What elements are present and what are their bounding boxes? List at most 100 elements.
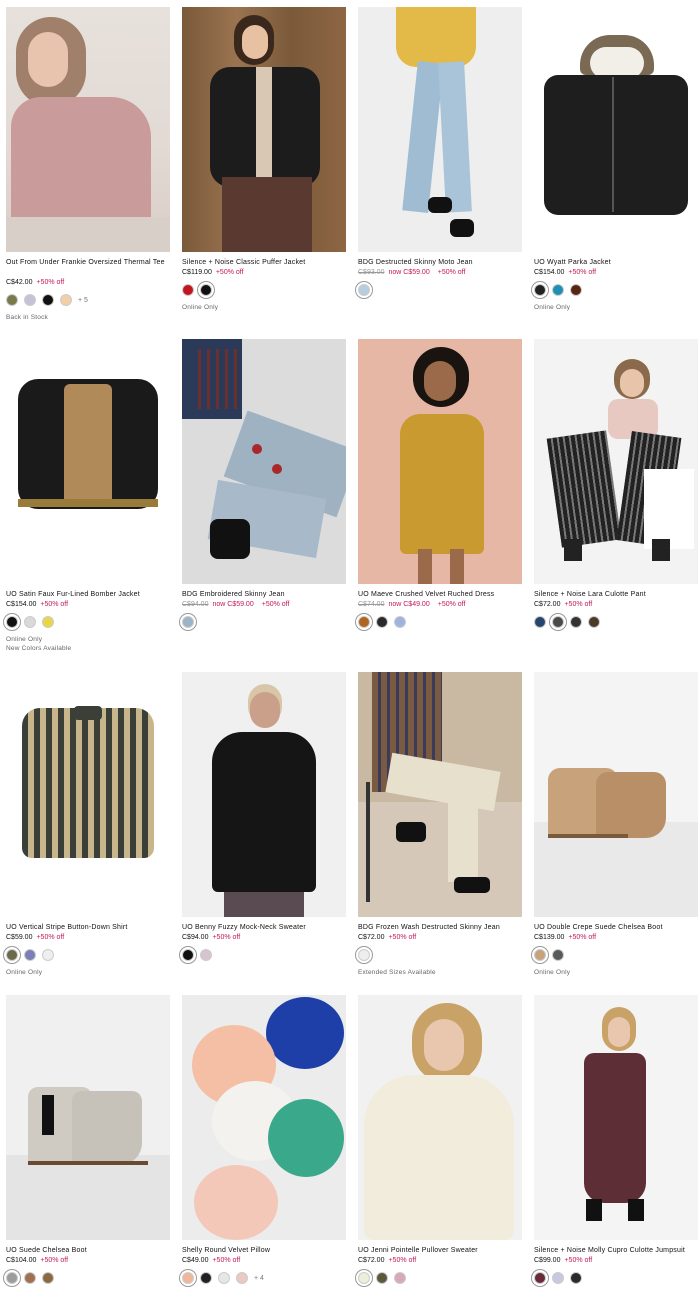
product-title[interactable]: Silence + Noise Classic Puffer Jacket: [182, 258, 346, 268]
color-swatch[interactable]: [6, 616, 18, 628]
product-card[interactable]: UO Double Crepe Suede Chelsea Boot C$139…: [534, 672, 698, 977]
color-swatch[interactable]: [24, 1272, 36, 1284]
color-swatch[interactable]: [200, 1272, 212, 1284]
product-title[interactable]: UO Vertical Stripe Button-Down Shirt: [6, 923, 170, 933]
color-swatch[interactable]: [60, 294, 72, 306]
product-image[interactable]: [182, 672, 346, 917]
color-swatch[interactable]: [182, 1272, 194, 1284]
color-swatch[interactable]: [182, 616, 194, 628]
product-title[interactable]: BDG Frozen Wash Destructed Skinny Jean: [358, 923, 522, 933]
more-colors-link[interactable]: + 5: [78, 297, 88, 304]
color-swatch[interactable]: [358, 949, 370, 961]
color-swatch[interactable]: [358, 284, 370, 296]
color-swatch[interactable]: [570, 616, 582, 628]
product-card[interactable]: Shelly Round Velvet Pillow C$49.00 +50% o…: [182, 995, 346, 1286]
color-swatch[interactable]: [552, 949, 564, 961]
product-image[interactable]: [182, 7, 346, 252]
color-swatch[interactable]: [552, 1272, 564, 1284]
color-swatch[interactable]: [376, 1272, 388, 1284]
color-swatch[interactable]: [182, 284, 194, 296]
color-swatch[interactable]: [182, 949, 194, 961]
product-image[interactable]: [534, 995, 698, 1240]
product-card[interactable]: UO Satin Faux Fur-Lined Bomber Jacket C$…: [6, 339, 170, 653]
product-card[interactable]: Silence + Noise Classic Puffer Jacket C$…: [182, 7, 346, 312]
product-card[interactable]: UO Wyatt Parka Jacket C$154.00 +50% off O…: [534, 7, 698, 312]
color-swatch[interactable]: [376, 616, 388, 628]
color-swatch[interactable]: [236, 1272, 248, 1284]
color-swatch[interactable]: [6, 294, 18, 306]
color-swatch[interactable]: [42, 294, 54, 306]
product-card[interactable]: BDG Frozen Wash Destructed Skinny Jean C…: [358, 672, 522, 977]
color-swatch[interactable]: [24, 616, 36, 628]
product-title[interactable]: Silence + Noise Molly Cupro Culotte Jump…: [534, 1246, 698, 1256]
more-colors-link[interactable]: + 4: [254, 1275, 264, 1282]
product-title[interactable]: UO Maeve Crushed Velvet Ruched Dress: [358, 590, 522, 600]
color-swatch[interactable]: [534, 616, 546, 628]
color-swatch[interactable]: [42, 616, 54, 628]
product-image[interactable]: [6, 7, 170, 252]
discount: +50% off: [388, 934, 417, 941]
discount: +50% off: [40, 1257, 69, 1264]
color-swatch[interactable]: [24, 294, 36, 306]
color-swatch[interactable]: [570, 284, 582, 296]
price: C$72.00: [358, 1257, 385, 1264]
product-image[interactable]: [6, 995, 170, 1240]
color-swatch[interactable]: [552, 616, 564, 628]
product-card[interactable]: BDG Destructed Skinny Moto Jean C$93.00 n…: [358, 7, 522, 298]
product-card[interactable]: Silence + Noise Lara Culotte Pant C$72.0…: [534, 339, 698, 630]
product-title[interactable]: UO Wyatt Parka Jacket: [534, 258, 698, 268]
color-swatch[interactable]: [588, 616, 600, 628]
product-image[interactable]: [534, 7, 698, 252]
product-card[interactable]: BDG Embroidered Skinny Jean C$94.00 now C…: [182, 339, 346, 630]
product-image[interactable]: [6, 339, 170, 584]
color-swatch[interactable]: [534, 1272, 546, 1284]
color-swatch[interactable]: [200, 949, 212, 961]
color-swatch[interactable]: [200, 284, 212, 296]
color-swatch[interactable]: [42, 1272, 54, 1284]
product-title[interactable]: UO Double Crepe Suede Chelsea Boot: [534, 923, 698, 933]
product-image[interactable]: [358, 339, 522, 584]
product-card[interactable]: Out From Under Frankie Oversized Thermal…: [6, 7, 170, 322]
color-swatch[interactable]: [6, 1272, 18, 1284]
price: C$42.00: [6, 279, 33, 286]
product-image[interactable]: [182, 339, 346, 584]
color-swatch[interactable]: [358, 616, 370, 628]
product-title[interactable]: UO Satin Faux Fur-Lined Bomber Jacket: [6, 590, 170, 600]
product-title[interactable]: BDG Embroidered Skinny Jean: [182, 590, 346, 600]
product-title[interactable]: Silence + Noise Lara Culotte Pant: [534, 590, 698, 600]
product-title[interactable]: UO Suede Chelsea Boot: [6, 1246, 170, 1256]
color-swatch[interactable]: [358, 1272, 370, 1284]
color-swatch[interactable]: [534, 949, 546, 961]
product-title[interactable]: UO Jenni Pointelle Pullover Sweater: [358, 1246, 522, 1256]
product-image[interactable]: [358, 672, 522, 917]
product-image[interactable]: [182, 995, 346, 1240]
product-image[interactable]: [534, 672, 698, 917]
color-swatch[interactable]: [42, 949, 54, 961]
product-card[interactable]: UO Benny Fuzzy Mock-Neck Sweater C$94.00…: [182, 672, 346, 963]
product-title[interactable]: BDG Destructed Skinny Moto Jean: [358, 258, 522, 268]
color-swatch[interactable]: [24, 949, 36, 961]
product-card[interactable]: Silence + Noise Molly Cupro Culotte Jump…: [534, 995, 698, 1286]
color-swatch[interactable]: [394, 1272, 406, 1284]
product-title[interactable]: UO Benny Fuzzy Mock-Neck Sweater: [182, 923, 346, 933]
product-image[interactable]: [6, 672, 170, 917]
color-swatch[interactable]: [218, 1272, 230, 1284]
product-title[interactable]: Shelly Round Velvet Pillow: [182, 1246, 346, 1256]
product-card[interactable]: UO Suede Chelsea Boot C$104.00 +50% off: [6, 995, 170, 1286]
discount: +50% off: [212, 934, 241, 941]
color-swatch[interactable]: [6, 949, 18, 961]
product-card[interactable]: UO Vertical Stripe Button-Down Shirt C$5…: [6, 672, 170, 977]
product-grid: Out From Under Frankie Oversized Thermal…: [0, 0, 700, 1293]
color-swatch[interactable]: [552, 284, 564, 296]
product-image[interactable]: [358, 7, 522, 252]
product-image[interactable]: [358, 995, 522, 1240]
sale-price: now C$59.00: [212, 601, 254, 608]
product-title[interactable]: Out From Under Frankie Oversized Thermal…: [6, 258, 170, 278]
product-card[interactable]: UO Jenni Pointelle Pullover Sweater C$72…: [358, 995, 522, 1286]
product-image[interactable]: [534, 339, 698, 584]
color-swatch[interactable]: [570, 1272, 582, 1284]
color-swatch[interactable]: [534, 284, 546, 296]
product-card[interactable]: UO Maeve Crushed Velvet Ruched Dress C$7…: [358, 339, 522, 630]
color-swatches: [534, 947, 698, 963]
color-swatch[interactable]: [394, 616, 406, 628]
